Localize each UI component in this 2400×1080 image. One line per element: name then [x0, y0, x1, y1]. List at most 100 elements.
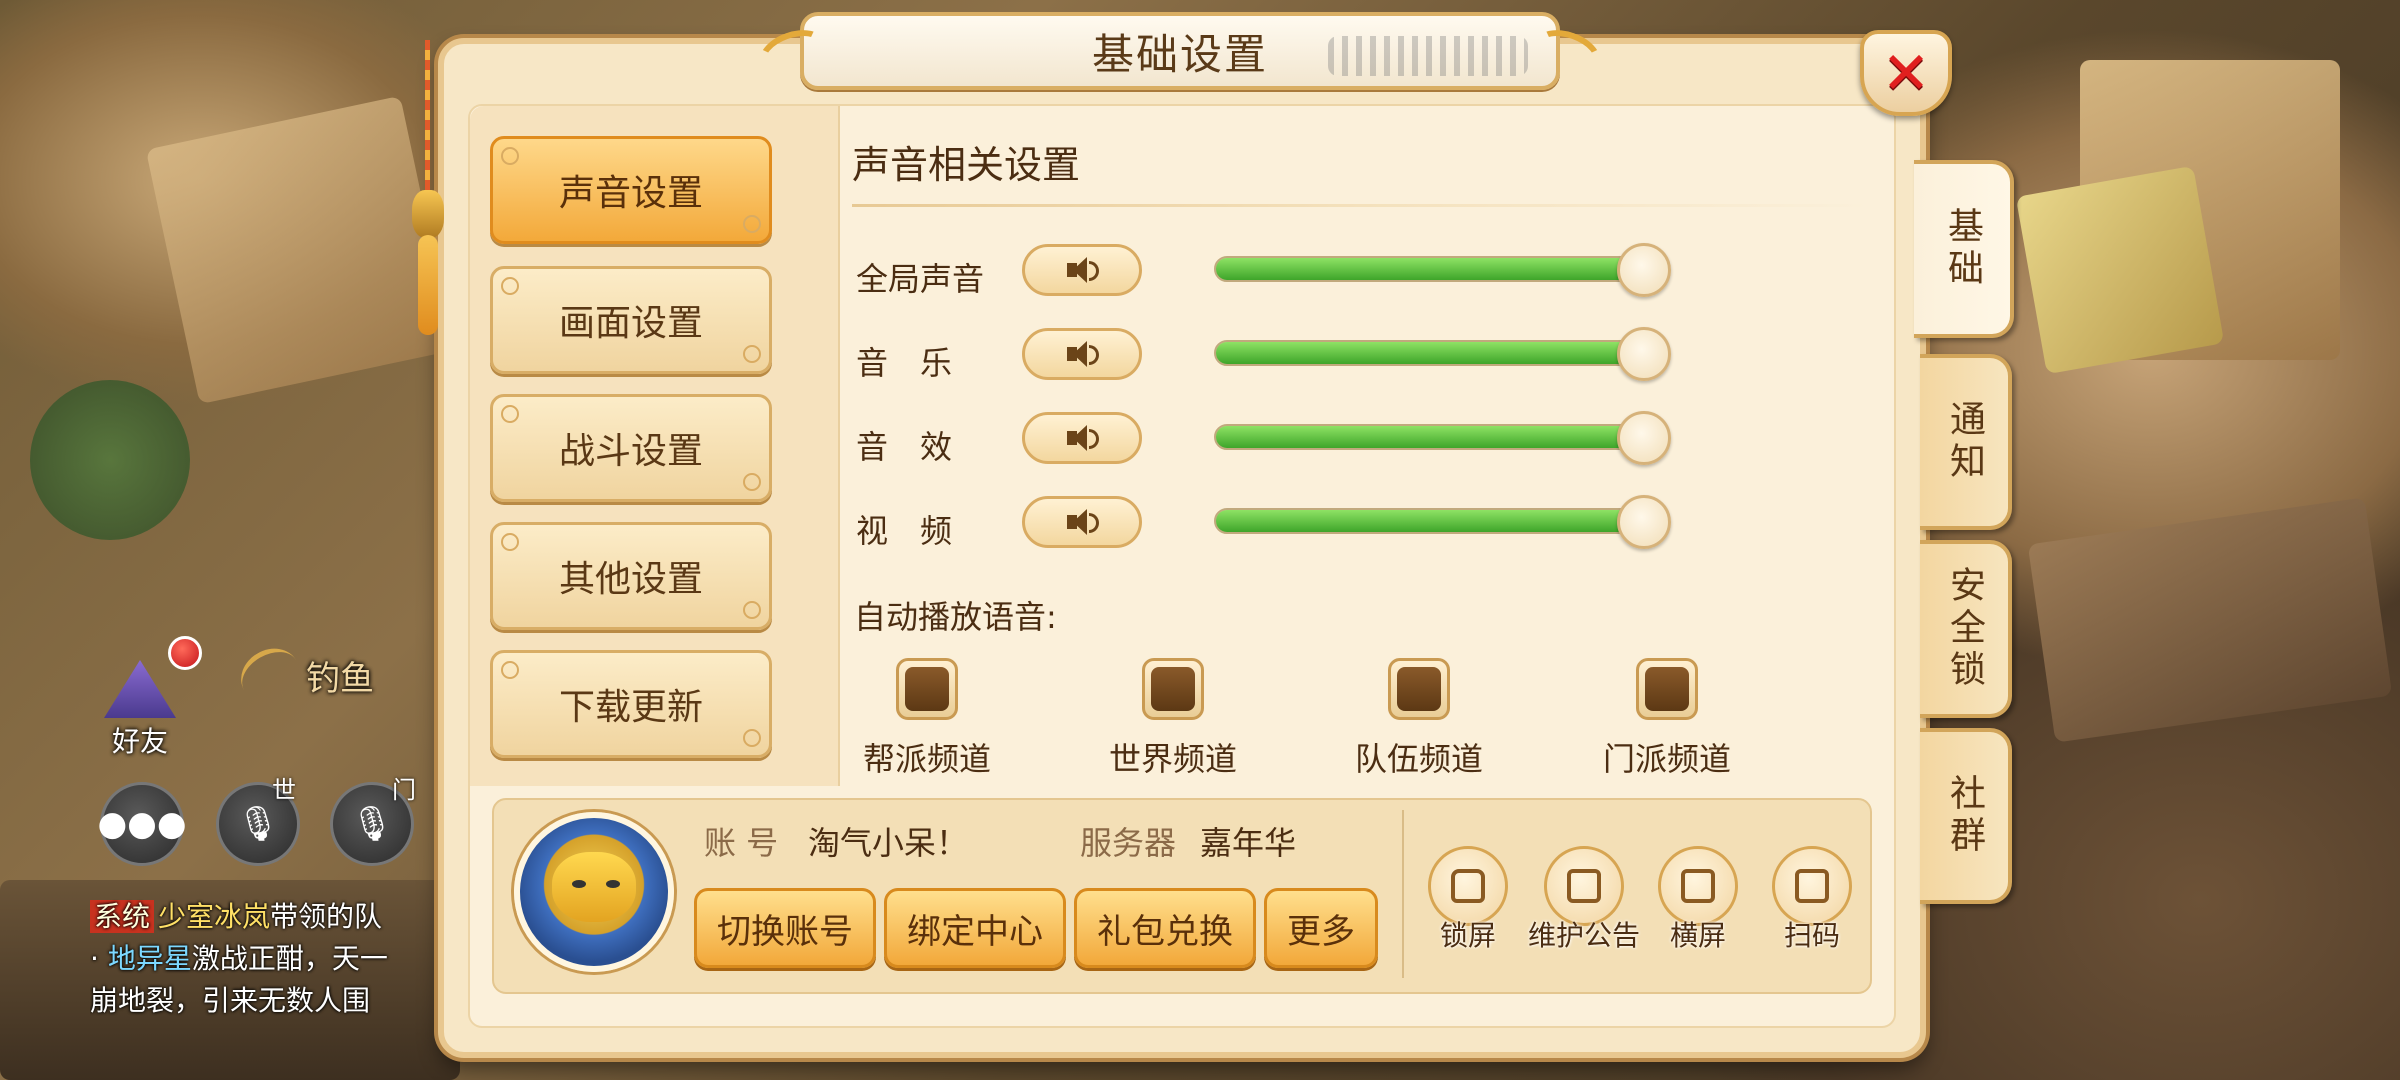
close-icon: ✕: [1881, 39, 1931, 107]
checkbox-fill: [1151, 667, 1195, 711]
volume-label-global: 全局声音: [856, 260, 985, 298]
account-label: 账 号: [704, 824, 779, 862]
fishing-button[interactable]: 钓鱼: [231, 638, 374, 712]
checkbox-label-world: 世界频道: [1108, 740, 1237, 778]
chat-line: 系统 少室冰岚带领的队: [90, 896, 490, 938]
volume-label-effects: 音 效: [856, 428, 953, 466]
chat-text: 激战正酣，天一: [191, 942, 388, 975]
microphone-icon: 🎙: [236, 804, 280, 844]
scan-icon: [1795, 869, 1829, 903]
chat-bullet: ·: [90, 942, 108, 975]
mute-toggle-global[interactable]: [1022, 244, 1142, 296]
section-title: 声音相关设置: [852, 143, 1081, 187]
account-name: 淘气小呆！: [808, 824, 969, 862]
volume-slider-video[interactable]: [1214, 495, 1671, 549]
chat-bubble-icon: ●●●: [97, 804, 187, 844]
chat-button[interactable]: ●●●: [97, 782, 187, 866]
server-label: 服务器: [1080, 824, 1177, 862]
notice-icon: [1567, 869, 1601, 903]
chat-line: · 地异星激战正酣，天一: [90, 938, 490, 980]
chat-highlight: 地异星: [107, 942, 192, 975]
friends-label: 好友: [111, 725, 168, 758]
close-button[interactable]: ✕: [1860, 30, 1952, 116]
checkbox-sect-channel[interactable]: [1636, 658, 1698, 720]
scene-tree: [30, 380, 190, 540]
checkbox-fill: [1397, 667, 1441, 711]
volume-slider-global[interactable]: [1214, 243, 1671, 297]
nav-display-settings[interactable]: 画面设置: [490, 266, 772, 374]
avatar-eye: [606, 880, 620, 888]
scene-dock: [2027, 497, 2393, 743]
slider-handle[interactable]: [1617, 411, 1671, 465]
nav-sound-settings[interactable]: 声音设置: [490, 136, 772, 244]
avatar-eye: [572, 880, 586, 888]
mute-toggle-music[interactable]: [1022, 328, 1142, 380]
slider-fill: [1216, 258, 1644, 280]
fishing-label: 钓鱼: [306, 658, 374, 699]
more-button[interactable]: 更多: [1264, 888, 1378, 968]
tab-community[interactable]: 社群: [1920, 728, 2012, 904]
volume-label-music: 音 乐: [856, 344, 953, 382]
checkbox-world-channel[interactable]: [1142, 658, 1204, 720]
volume-label-video: 视 频: [856, 512, 953, 550]
dialog-title: 基础设置: [1091, 29, 1268, 79]
tab-security-lock[interactable]: 安全锁: [1920, 540, 2012, 718]
player-avatar[interactable]: [514, 812, 674, 972]
gift-redeem-button[interactable]: 礼包兑换: [1074, 888, 1256, 968]
slider-handle[interactable]: [1617, 243, 1671, 297]
ink-painting-decoration: [1328, 36, 1528, 76]
checkbox-fill: [1645, 667, 1689, 711]
mute-toggle-video[interactable]: [1022, 496, 1142, 548]
system-tag: 系统: [90, 900, 155, 933]
checkbox-fill: [905, 667, 949, 711]
volume-slider-music[interactable]: [1214, 327, 1671, 381]
world-tag: 世: [272, 776, 296, 804]
tab-notification[interactable]: 通知: [1920, 354, 2012, 530]
server-name: 嘉年华: [1200, 824, 1297, 862]
auto-voice-label: 自动播放语音:: [854, 598, 1057, 636]
chat-text: 带领的队: [270, 900, 383, 933]
checkbox-label-guild: 帮派频道: [862, 740, 991, 778]
nav-other-settings[interactable]: 其他设置: [490, 522, 772, 630]
friend-avatar-icon: [104, 660, 176, 718]
tab-basic[interactable]: 基础: [1914, 160, 2014, 338]
sound-wave-icon: [1089, 261, 1099, 281]
tassel-tail: [418, 235, 438, 335]
chat-place: 少室冰岚: [158, 900, 271, 933]
slider-fill: [1216, 510, 1644, 532]
microphone-icon: 🎙: [350, 804, 394, 844]
sound-wave-icon: [1089, 429, 1099, 449]
sect-tag: 门: [392, 776, 416, 804]
checkbox-guild-channel[interactable]: [896, 658, 958, 720]
scan-code-label: 扫码: [1783, 919, 1840, 952]
chat-log[interactable]: 系统 少室冰岚带领的队 · 地异星激战正酣，天一 崩地裂，引来无数人围: [90, 896, 490, 1022]
switch-account-button[interactable]: 切换账号: [694, 888, 876, 968]
scene-banner: [2015, 165, 2225, 375]
section-divider: [852, 204, 1872, 207]
chat-text: 崩地裂，引来无数人围: [90, 984, 371, 1017]
slider-fill: [1216, 342, 1644, 364]
friends-button[interactable]: 好友: [95, 660, 185, 760]
nav-battle-settings[interactable]: 战斗设置: [490, 394, 772, 502]
tassel-cord: [425, 40, 430, 190]
slider-handle[interactable]: [1617, 327, 1671, 381]
sound-wave-icon: [1089, 513, 1099, 533]
dialog-title-bar: 基础设置: [752, 12, 1608, 90]
chat-line: 崩地裂，引来无数人围: [90, 980, 490, 1022]
checkbox-label-sect: 门派频道: [1602, 740, 1731, 778]
notification-dot: [168, 636, 202, 670]
tassel-knot: [412, 190, 444, 238]
tassel-ornament: [408, 40, 448, 335]
sound-wave-icon: [1089, 345, 1099, 365]
lock-icon: [1451, 869, 1485, 903]
volume-slider-effects[interactable]: [1214, 411, 1671, 465]
nav-download-update[interactable]: 下载更新: [490, 650, 772, 758]
slider-fill: [1216, 426, 1644, 448]
binding-center-button[interactable]: 绑定中心: [884, 888, 1066, 968]
avatar-face: [552, 852, 636, 922]
checkbox-team-channel[interactable]: [1388, 658, 1450, 720]
slider-handle[interactable]: [1617, 495, 1671, 549]
checkbox-label-team: 队伍频道: [1354, 740, 1483, 778]
rotate-icon: [1681, 869, 1715, 903]
mute-toggle-effects[interactable]: [1022, 412, 1142, 464]
